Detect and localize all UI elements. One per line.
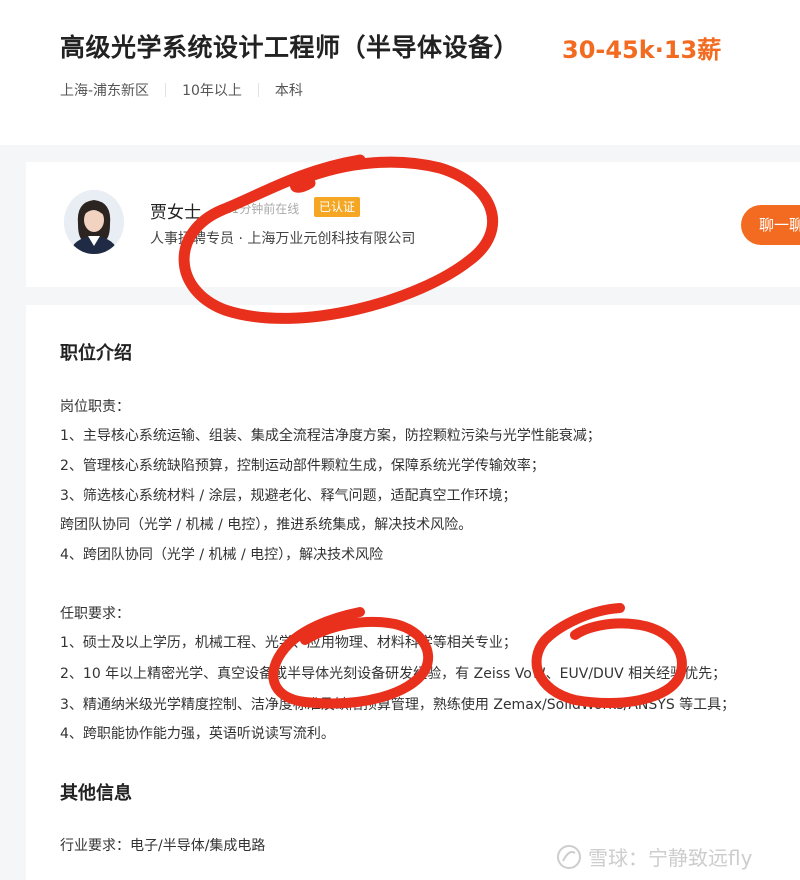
job-header: 高级光学系统设计工程师（半导体设备） 30-45k·13薪 上海-浦东新区 10… <box>0 0 800 145</box>
duty-line: 1、主导核心系统运输、组装、集成全流程洁净度方案，防控颗粒污染与光学性能衰减； <box>60 428 601 444</box>
salary: 30-45k·13薪 <box>562 36 722 64</box>
section-title-description: 职位介绍 <box>60 343 132 364</box>
requirements-title: 任职要求： <box>60 606 130 622</box>
duty-line: 跨团队协同（光学 / 机械 / 电控），推进系统集成，解决技术风险。 <box>60 517 473 533</box>
requirement-line: 4、跨职能协作能力强，英语听说读写流利。 <box>60 726 335 742</box>
watermark-text: 雪球：宁静致远fly <box>588 846 753 870</box>
divider <box>165 83 167 97</box>
recruiter-card: 贾女士 21分钟前在线 已认证 人事招聘专员 · 上海万业元创科技有限公司 聊一… <box>26 162 800 287</box>
requirement-line: 2、10 年以上精密光学、真空设备或半导体光刻设备研发经验，有 Zeiss Vo… <box>60 666 727 682</box>
recruiter-role: 人事招聘专员 · 上海万业元创科技有限公司 <box>150 231 416 247</box>
job-description: 职位介绍 岗位职责： 1、主导核心系统运输、组装、集成全流程洁净度方案，防控颗粒… <box>26 305 800 880</box>
recruiter-name: 贾女士 <box>150 203 201 223</box>
section-title-other: 其他信息 <box>60 783 132 804</box>
duty-line: 4、跨团队协同（光学 / 机械 / 电控），解决技术风险 <box>60 547 384 563</box>
duties-title: 岗位职责： <box>60 399 130 415</box>
snowball-logo-icon <box>557 844 581 869</box>
avatar[interactable] <box>64 190 124 254</box>
duty-line: 2、管理核心系统缺陷预算，控制运动部件颗粒生成，保障系统光学传输效率； <box>60 458 545 474</box>
job-meta: 上海-浦东新区 10年以上 本科 <box>60 80 303 100</box>
duty-line: 3、筛选核心系统材料 / 涂层，规避老化、释气问题，适配真空工作环境； <box>60 488 517 504</box>
job-education: 本科 <box>274 83 303 99</box>
requirement-line: 1、硕士及以上学历，机械工程、光学、应用物理、材料科学等相关专业； <box>60 635 517 651</box>
job-experience: 10年以上 <box>182 83 242 99</box>
job-location: 上海-浦东新区 <box>60 83 150 99</box>
watermark: 雪球：宁静致远fly <box>556 842 752 871</box>
industry-line: 行业要求：电子/半导体/集成电路 <box>60 838 266 854</box>
divider <box>257 83 259 97</box>
verified-badge: 已认证 <box>314 197 361 217</box>
job-title: 高级光学系统设计工程师（半导体设备） <box>60 33 520 62</box>
chat-button[interactable]: 聊一聊 <box>741 205 800 245</box>
online-status: 21分钟前在线 <box>224 202 300 216</box>
requirement-line: 3、精通纳米级光学精度控制、洁净度标准及缺陷预算管理，熟练使用 Zemax/So… <box>60 697 736 713</box>
